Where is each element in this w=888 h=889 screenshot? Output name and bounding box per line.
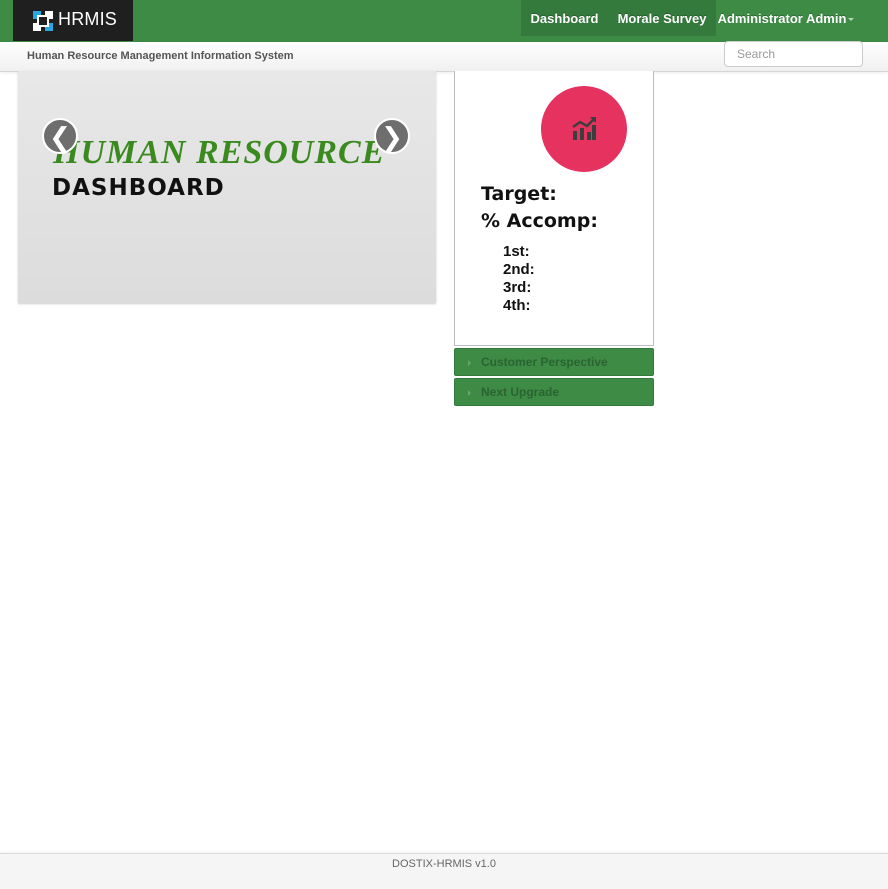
quarter-item: 4th: (503, 297, 531, 314)
carousel-next-button[interactable]: ❯ (374, 118, 410, 154)
footer-version: DOSTIX-HRMIS v1.0 (392, 858, 496, 870)
accordion-label: Next Upgrade (481, 385, 560, 399)
accordion-next-upgrade[interactable]: Next Upgrade (454, 378, 654, 406)
accomp-label: % Accomp: (481, 210, 598, 232)
caret-right-icon (468, 360, 471, 366)
hrmis-logo-icon (33, 11, 53, 31)
search-input[interactable] (724, 41, 863, 67)
brand[interactable]: HRMIS (13, 0, 133, 41)
quarter-item: 3rd: (503, 279, 532, 296)
stats-icon-circle (541, 86, 627, 172)
stats-card: Target: % Accomp: 1st: 2nd: 3rd: 4th: (454, 71, 654, 346)
accordion-customer-perspective[interactable]: Customer Perspective (454, 348, 654, 376)
carousel-subtitle: DASHBOARD (52, 175, 225, 201)
nav-dashboard[interactable]: Dashboard (521, 0, 608, 36)
accordion-label: Customer Perspective (481, 355, 608, 369)
system-title: Human Resource Management Information Sy… (27, 50, 294, 62)
sub-header: Human Resource Management Information Sy… (0, 41, 888, 72)
user-menu-label: Administrator Admin (717, 10, 847, 26)
carousel-prev-button[interactable]: ❮ (42, 118, 78, 154)
caret-down-icon (848, 17, 855, 21)
target-label: Target: (481, 183, 557, 205)
top-navbar: HRMIS Dashboard Morale Survey Administra… (0, 0, 888, 42)
caret-right-icon (468, 390, 471, 396)
chevron-left-icon: ❮ (49, 122, 71, 152)
carousel-title: HUMAN RESOURCE (53, 134, 386, 171)
nav-user-menu[interactable]: Administrator Admin (716, 0, 856, 36)
nav-morale-survey[interactable]: Morale Survey (608, 0, 716, 36)
quarter-item: 1st: (503, 243, 530, 260)
quarter-item: 2nd: (503, 261, 535, 278)
brand-name: HRMIS (58, 9, 117, 29)
chevron-right-icon: ❯ (381, 122, 403, 152)
quarter-list: 1st: 2nd: 3rd: 4th: (503, 243, 535, 315)
footer: DOSTIX-HRMIS v1.0 (0, 853, 888, 889)
chart-line-icon (572, 117, 596, 140)
dashboard-carousel: HUMAN RESOURCE DASHBOARD ❮ ❯ (18, 71, 436, 303)
